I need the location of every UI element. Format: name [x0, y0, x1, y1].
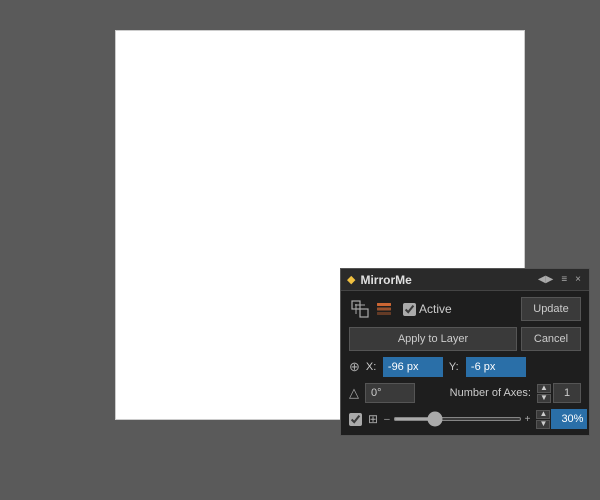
opacity-slider-container: – + — [384, 414, 530, 425]
y-label: Y: — [449, 361, 463, 373]
panel-body: Active Update Apply to Layer Cancel ⊕ X:… — [341, 291, 589, 435]
axes-increment-button[interactable]: ▲ — [537, 384, 551, 393]
opacity-checkbox[interactable] — [349, 413, 362, 426]
row-active-update: Active Update — [349, 297, 581, 321]
active-checkbox[interactable] — [403, 303, 416, 316]
active-checkbox-group: Active — [403, 302, 517, 316]
transform-icon[interactable] — [349, 298, 371, 320]
x-label: X: — [366, 361, 380, 373]
axes-spinner: ▲ ▼ — [537, 383, 581, 403]
angle-input[interactable] — [365, 383, 415, 403]
row-xy: ⊕ X: Y: — [349, 357, 581, 377]
panel-menu-button[interactable]: ≡ — [559, 274, 569, 285]
x-group: X: — [366, 357, 443, 377]
opacity-checkbox-group — [349, 413, 362, 426]
mirrorMe-panel: ◆ MirrorMe ◀▶ ≡ × — [340, 268, 590, 436]
opacity-increment-button[interactable]: ▲ — [536, 410, 550, 419]
number-of-axes-label: Number of Axes: — [421, 387, 531, 399]
axes-spinner-buttons: ▲ ▼ — [537, 384, 551, 403]
crosshair-icon: ⊕ — [349, 359, 360, 375]
layers-icon[interactable] — [373, 298, 395, 320]
panel-title: MirrorMe — [360, 273, 411, 287]
panel-collapse-button[interactable]: ◀▶ — [536, 274, 555, 285]
update-button[interactable]: Update — [521, 297, 581, 321]
cancel-button[interactable]: Cancel — [521, 327, 581, 351]
icon-group — [349, 298, 395, 320]
slider-plus-icon: + — [525, 414, 531, 425]
panel-title-controls: ◀▶ ≡ × — [536, 274, 583, 285]
panel-close-button[interactable]: × — [573, 274, 583, 285]
active-label: Active — [419, 302, 452, 316]
apply-to-layer-button[interactable]: Apply to Layer — [349, 327, 517, 351]
opacity-spinner: ▲ ▼ — [536, 409, 587, 429]
mirrorMe-icon: ◆ — [347, 273, 355, 286]
panel-title-left: ◆ MirrorMe — [347, 273, 412, 287]
opacity-input[interactable] — [551, 409, 587, 429]
row-apply-cancel: Apply to Layer Cancel — [349, 327, 581, 351]
angle-icon: △ — [349, 385, 359, 401]
axes-input[interactable] — [553, 383, 581, 403]
slider-minus-icon: – — [384, 414, 390, 425]
row-angle-axes: △ Number of Axes: ▲ ▼ — [349, 383, 581, 403]
axes-decrement-button[interactable]: ▼ — [537, 394, 551, 403]
y-input[interactable] — [466, 357, 526, 377]
opacity-spinner-buttons: ▲ ▼ — [536, 410, 550, 429]
row-opacity: ⊞ – + ▲ ▼ — [349, 409, 581, 429]
panel-titlebar: ◆ MirrorMe ◀▶ ≡ × — [341, 269, 589, 291]
y-group: Y: — [449, 357, 526, 377]
x-input[interactable] — [383, 357, 443, 377]
opacity-decrement-button[interactable]: ▼ — [536, 420, 550, 429]
opacity-icon: ⊞ — [368, 412, 378, 426]
opacity-slider[interactable] — [393, 417, 522, 421]
